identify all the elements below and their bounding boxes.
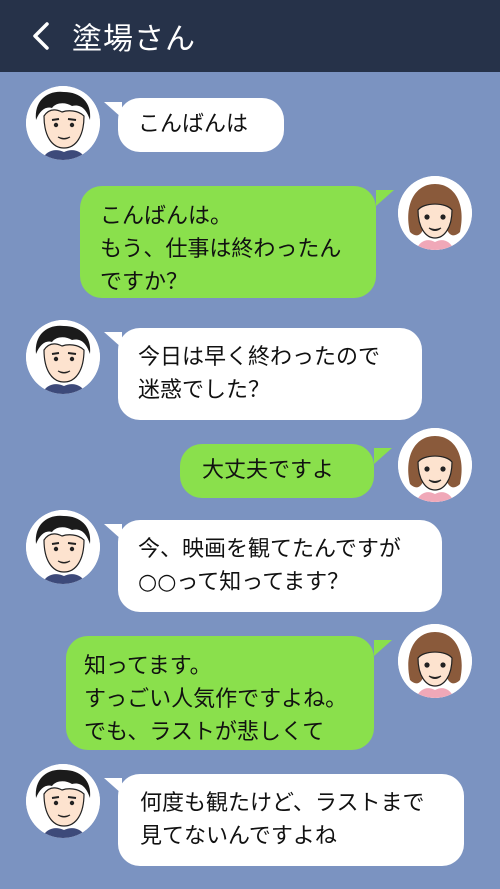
message-text: こんばんは。 xyxy=(100,204,233,229)
bubble-tail xyxy=(374,448,392,464)
message-bubble-incoming[interactable]: 何度も観たけど、ラストまで 見てないんですよね xyxy=(118,774,464,866)
message-bubble-incoming[interactable]: 今、映画を観てたんですが ○○って知ってます？ xyxy=(118,520,442,612)
avatar-woman[interactable] xyxy=(398,624,472,698)
message-text: 迷惑でした？ xyxy=(138,378,271,403)
avatar-woman[interactable] xyxy=(398,176,472,250)
message-bubble-outgoing[interactable]: こんばんは。 もう、仕事は終わったん ですか？ xyxy=(80,186,376,298)
avatar-man[interactable] xyxy=(26,86,100,160)
message-text: 何度も観たけど、ラストまで xyxy=(140,791,425,816)
message-text: 知ってます。 xyxy=(84,654,212,679)
message-text: こんばんは xyxy=(138,112,249,137)
message-text: 今日は早く終わったので xyxy=(138,345,381,370)
message-text: ですか？ xyxy=(100,270,189,295)
bubble-tail xyxy=(376,190,394,206)
message-text: 見てないんですよね xyxy=(140,824,337,849)
chat-header: 塗場さん xyxy=(0,0,500,72)
avatar-woman[interactable] xyxy=(398,428,472,502)
message-bubble-outgoing[interactable]: 大丈夫ですよ xyxy=(180,444,374,498)
message-text: でも、ラストが悲しくて xyxy=(84,720,325,745)
avatar-man[interactable] xyxy=(26,510,100,584)
message-bubble-incoming[interactable]: 今日は早く終わったので 迷惑でした？ xyxy=(118,328,422,420)
message-bubble-outgoing[interactable]: 知ってます。 すっごい人気作ですよね。 でも、ラストが悲しくて xyxy=(66,636,374,750)
avatar-man[interactable] xyxy=(26,320,100,394)
chat-title: 塗場さん xyxy=(72,22,196,57)
back-chevron-icon[interactable] xyxy=(20,14,64,58)
message-text: ○○って知ってます？ xyxy=(138,570,350,595)
message-text: 大丈夫ですよ xyxy=(202,458,335,483)
message-text: もう、仕事は終わったん xyxy=(100,237,342,262)
message-bubble-incoming[interactable]: こんばんは xyxy=(118,98,284,152)
bubble-tail xyxy=(374,640,392,656)
message-text: 今、映画を観てたんですが xyxy=(138,537,401,562)
avatar-man[interactable] xyxy=(26,764,100,838)
message-text: すっごい人気作ですよね。 xyxy=(84,687,348,712)
chat-screen: 塗場さん こんばんは こんばんは。 もう、仕事は終わったん ですか？ 今日は早く… xyxy=(0,0,500,889)
